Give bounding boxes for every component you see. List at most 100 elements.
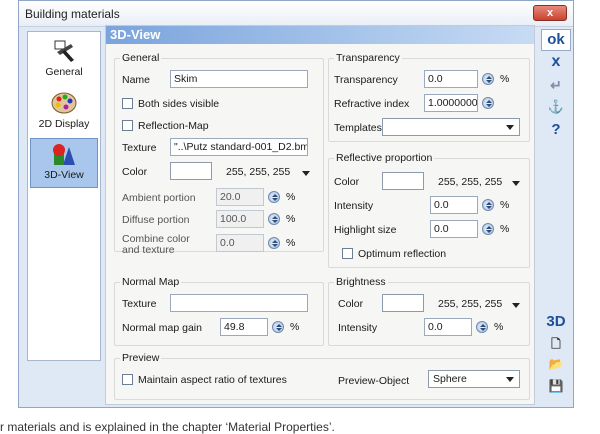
brightness-color-dropdown-arrow[interactable] (512, 303, 520, 308)
building-materials-window: Building materials x General 2D Display (18, 0, 574, 408)
open-folder-icon[interactable]: 📂 (541, 357, 571, 379)
brightness-color-label: Color (338, 298, 364, 310)
title-bar: Building materials x (19, 1, 573, 27)
diffuse-label: Diffuse portion (122, 214, 190, 226)
transparency-group-title: Transparency (334, 52, 402, 64)
reflection-map-label: Reflection-Map (138, 120, 209, 132)
transparency-percent: % (500, 73, 510, 85)
reflective-intensity-spinner[interactable] (482, 199, 494, 211)
ok-button[interactable]: ok (541, 29, 571, 51)
brightness-intensity-spinner[interactable] (476, 321, 488, 333)
diffuse-field[interactable]: 100.0 (216, 210, 264, 228)
settings-panel: 3D-View General Name Skim Both sides vis… (105, 25, 535, 405)
tools-icon (54, 40, 74, 62)
combine-spinner[interactable] (268, 237, 280, 249)
color-label: Color (122, 166, 148, 178)
combine-field[interactable]: 0.0 (216, 234, 264, 252)
preview-object-label: Preview-Object (338, 375, 410, 387)
preview-object-value: Sphere (433, 373, 467, 385)
close-button[interactable]: x (533, 5, 567, 21)
reflective-color-dropdown-arrow[interactable] (512, 181, 520, 186)
shapes-3d-icon (53, 144, 75, 165)
nav-label: General (45, 66, 83, 78)
refractive-spinner[interactable] (482, 97, 494, 109)
highlight-label: Highlight size (334, 224, 397, 236)
normal-map-group (114, 282, 324, 346)
right-toolbar: ok x ↵ ⚓ ? 3D 🗋 📂 💾 (539, 27, 573, 407)
diffuse-spinner[interactable] (268, 213, 280, 225)
normal-map-group-title: Normal Map (120, 276, 182, 288)
nav-label: 2D Display (38, 118, 90, 130)
gain-field[interactable]: 49.8 (220, 318, 268, 336)
palette-icon (51, 92, 77, 114)
transparency-spinner[interactable] (482, 73, 494, 85)
brightness-color-value: 255, 255, 255 (438, 298, 503, 310)
preview-group-title: Preview (120, 352, 162, 364)
brightness-color-swatch[interactable] (382, 294, 424, 312)
anchor-icon[interactable]: ⚓ (541, 99, 571, 121)
highlight-field[interactable]: 0.0 (430, 220, 478, 238)
ambient-field[interactable]: 20.0 (216, 188, 264, 206)
reflective-group-title: Reflective proportion (334, 152, 435, 164)
nav-item-3d-view[interactable]: 3D-View (30, 138, 98, 188)
gain-spinner[interactable] (272, 321, 284, 333)
brightness-group-title: Brightness (334, 276, 388, 288)
transparency-field[interactable]: 0.0 (424, 70, 478, 88)
help-button[interactable]: ? (541, 121, 571, 143)
reflection-map-checkbox[interactable] (122, 120, 133, 131)
window-title: Building materials (25, 7, 120, 21)
name-field[interactable]: Skim (170, 70, 308, 88)
normal-texture-label: Texture (122, 298, 157, 310)
save-icon[interactable]: 💾 (541, 379, 571, 401)
nav-item-2d-display[interactable]: 2D Display (30, 88, 98, 138)
reflective-intensity-field[interactable]: 0.0 (430, 196, 478, 214)
both-sides-label: Both sides visible (138, 98, 220, 110)
page-caption: r materials and is explained in the chap… (0, 420, 335, 434)
aspect-ratio-label: Maintain aspect ratio of textures (138, 374, 287, 386)
reflective-color-label: Color (334, 176, 360, 188)
texture-field[interactable]: "..\Putz standard-001_D2.bmp (170, 138, 308, 156)
reflective-intensity-label: Intensity (334, 200, 374, 212)
enter-icon[interactable]: ↵ (541, 77, 571, 99)
gain-label: Normal map gain (122, 322, 202, 334)
reflective-color-value: 255, 255, 255 (438, 176, 503, 188)
optimum-reflection-label: Optimum reflection (358, 248, 447, 260)
ambient-label: Ambient portion (122, 192, 196, 204)
new-file-icon[interactable]: 🗋 (541, 335, 571, 357)
ambient-spinner[interactable] (268, 191, 280, 203)
reflective-color-swatch[interactable] (382, 172, 424, 190)
aspect-ratio-checkbox[interactable] (122, 374, 133, 385)
both-sides-checkbox[interactable] (122, 98, 133, 109)
gain-percent: % (290, 321, 300, 333)
color-value: 255, 255, 255 (226, 166, 291, 178)
ambient-percent: % (286, 191, 296, 203)
combine-label-line2: and texture (122, 244, 175, 256)
reflective-intensity-percent: % (500, 199, 510, 211)
refractive-label: Refractive index (334, 98, 410, 110)
preview-3d-button[interactable]: 3D (541, 313, 571, 335)
diffuse-percent: % (286, 213, 296, 225)
nav-label: 3D-View (44, 169, 84, 181)
combine-percent: % (286, 237, 296, 249)
normal-texture-field[interactable] (170, 294, 308, 312)
transparency-label: Transparency (334, 74, 398, 86)
chevron-down-icon (506, 125, 514, 130)
templates-select[interactable] (382, 118, 520, 136)
chevron-down-icon (506, 377, 514, 382)
brightness-intensity-label: Intensity (338, 322, 378, 334)
panel-header: 3D-View (106, 26, 534, 44)
refractive-field[interactable]: 1.0000000 (424, 94, 478, 112)
texture-label: Texture (122, 142, 157, 154)
brightness-intensity-percent: % (494, 321, 504, 333)
optimum-reflection-checkbox[interactable] (342, 248, 353, 259)
highlight-percent: % (500, 223, 510, 235)
nav-item-general[interactable]: General (30, 36, 98, 86)
highlight-spinner[interactable] (482, 223, 494, 235)
cancel-button[interactable]: x (541, 53, 571, 75)
brightness-intensity-field[interactable]: 0.0 (424, 318, 472, 336)
panel-title: 3D-View (110, 27, 161, 42)
color-dropdown-arrow[interactable] (302, 171, 310, 176)
general-group-title: General (120, 52, 162, 64)
color-swatch[interactable] (170, 162, 212, 180)
preview-object-select[interactable]: Sphere (428, 370, 520, 388)
